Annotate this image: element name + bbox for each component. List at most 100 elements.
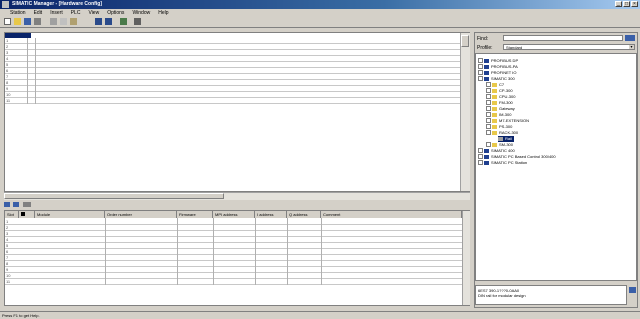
module-icon (21, 212, 25, 216)
rack-view-pane: 1 2 3 4 5 6 7 8 9 10 11 (4, 32, 470, 192)
cut-icon[interactable] (50, 18, 57, 25)
folder-icon (492, 130, 497, 135)
column-header-mpi-address[interactable]: MPI address (213, 211, 255, 218)
rack-horizontal-scrollbar[interactable] (4, 192, 470, 200)
help-icon[interactable] (134, 18, 141, 25)
column-header-q-address[interactable]: Q address (287, 211, 321, 218)
window-title: SIMATIC Manager - [Hardware Config] (12, 1, 102, 7)
catalog-icon[interactable] (120, 18, 127, 25)
catalog-tree: PROFIBUS DP PROFIBUS-PA PROFINET IO SIMA… (475, 53, 637, 281)
upload-icon[interactable] (105, 18, 112, 25)
folder-icon (492, 118, 497, 123)
column-header-order-number[interactable]: Order number (105, 211, 177, 218)
menu-bar: Station Edit Insert PLC View Options Win… (0, 9, 640, 17)
expand-icon[interactable] (486, 82, 491, 88)
folder-icon (492, 142, 497, 147)
folder-icon (484, 160, 489, 165)
expand-icon[interactable] (486, 142, 491, 148)
folder-icon (492, 124, 497, 129)
column-divider (27, 38, 28, 104)
table-row[interactable]: 11 (5, 279, 462, 285)
column-divider (177, 218, 178, 285)
print-icon[interactable] (34, 18, 41, 25)
tree-item-simatic-pc-station[interactable]: SIMATIC PC Station (478, 160, 527, 166)
scroll-thumb[interactable] (461, 35, 469, 47)
folder-icon (484, 154, 489, 159)
column-divider (105, 218, 106, 285)
find-button-icon[interactable] (625, 35, 635, 41)
open-icon[interactable] (14, 18, 21, 25)
column-header-module[interactable]: Module (35, 211, 105, 218)
menu-station[interactable]: Station (10, 9, 26, 17)
close-button[interactable]: × (631, 1, 638, 7)
expand-icon[interactable] (486, 112, 491, 118)
menu-options[interactable]: Options (107, 9, 124, 17)
collapse-icon[interactable] (486, 130, 491, 136)
download-icon[interactable] (95, 18, 102, 25)
folder-icon (484, 148, 489, 153)
back-arrow-icon[interactable] (4, 202, 10, 207)
maximize-button[interactable]: □ (623, 1, 630, 7)
detail-view-pane: Slot Module Order number Firmware MPI ad… (4, 210, 470, 306)
chevron-down-icon: ▾ (629, 44, 634, 49)
save-icon[interactable] (24, 18, 31, 25)
folder-icon (484, 64, 489, 69)
expand-icon[interactable] (486, 100, 491, 106)
expand-icon[interactable] (478, 148, 483, 154)
menu-window[interactable]: Window (132, 9, 150, 17)
info-description: DIN rail for modular design (478, 293, 526, 298)
expand-icon[interactable] (478, 160, 483, 166)
expand-icon[interactable] (478, 64, 483, 70)
column-divider (287, 218, 288, 285)
folder-icon (484, 58, 489, 63)
folder-icon (484, 70, 489, 75)
expand-icon[interactable] (478, 58, 483, 64)
profile-label: Profile: (477, 45, 493, 51)
info-help-icon[interactable] (629, 287, 636, 293)
folder-icon (492, 82, 497, 87)
column-header-firmware[interactable]: Firmware (177, 211, 213, 218)
profile-select[interactable]: Standard ▾ (503, 44, 635, 50)
menu-edit[interactable]: Edit (34, 9, 43, 17)
app-icon (2, 1, 9, 8)
rack-vertical-scrollbar[interactable] (460, 33, 470, 191)
copy-icon[interactable] (60, 18, 67, 25)
minimize-button[interactable]: _ (615, 1, 622, 7)
find-input[interactable] (503, 35, 623, 41)
scroll-thumb[interactable] (4, 193, 224, 199)
expand-icon[interactable] (486, 106, 491, 112)
expand-icon[interactable] (486, 94, 491, 100)
expand-icon[interactable] (478, 154, 483, 160)
paste-icon[interactable] (70, 18, 77, 25)
toolbar (0, 17, 640, 28)
expand-icon[interactable] (486, 124, 491, 130)
catalog-info-box: 6ES7 390-1???0-0AA0 DIN rail for modular… (475, 285, 627, 305)
new-icon[interactable] (4, 18, 11, 25)
folder-icon (492, 94, 497, 99)
forward-arrow-icon[interactable] (13, 202, 20, 207)
menu-help[interactable]: Help (158, 9, 168, 17)
expand-icon[interactable] (486, 88, 491, 94)
column-header-slot[interactable]: Slot (5, 211, 19, 218)
folder-icon (492, 106, 497, 111)
menu-plc[interactable]: PLC (71, 9, 81, 17)
table-row[interactable]: 11 (5, 98, 460, 104)
column-divider (255, 218, 256, 285)
menu-insert[interactable]: Insert (50, 9, 63, 17)
folder-icon (484, 76, 489, 81)
column-divider (321, 218, 322, 285)
status-text: Press F1 to get Help. (2, 313, 40, 318)
column-header-comment[interactable]: Comment (321, 211, 462, 218)
column-divider (35, 38, 36, 104)
detail-nav (4, 202, 64, 208)
column-divider (213, 218, 214, 285)
expand-icon[interactable] (486, 118, 491, 124)
detail-vertical-scrollbar[interactable] (462, 211, 470, 305)
menu-view[interactable]: View (88, 9, 99, 17)
expand-icon[interactable] (478, 70, 483, 76)
collapse-icon[interactable] (478, 76, 483, 82)
column-header-icon[interactable] (19, 211, 35, 218)
column-header-i-address[interactable]: I address (255, 211, 287, 218)
hardware-catalog-pane: Find: Profile: Standard ▾ PROFIBUS DP PRO… (474, 32, 638, 308)
window-controls: _ □ × (615, 1, 638, 7)
